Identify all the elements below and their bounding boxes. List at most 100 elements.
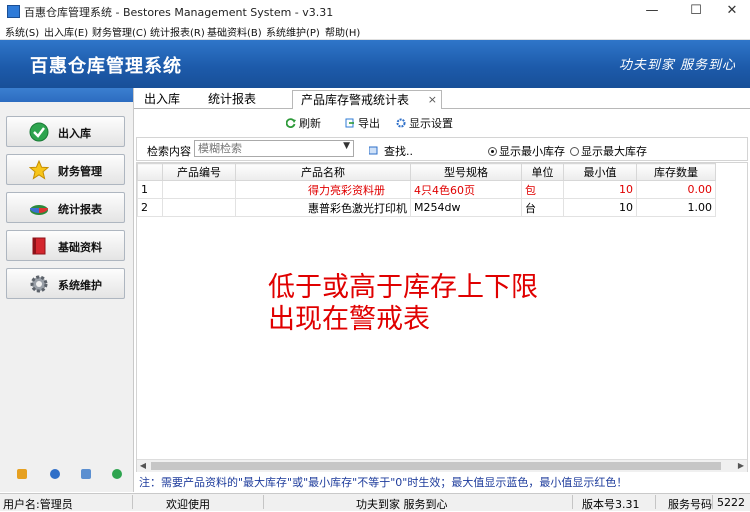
maximize-button[interactable]: ☐ [676,0,716,22]
menu-maintenance[interactable]: 系统维护(P) [266,24,320,39]
status-divider [572,495,573,509]
table-row[interactable]: 2 惠普彩色激光打印机 M254dw 台 10 1.00 [137,198,716,217]
search-icon[interactable] [81,469,91,479]
menu-reports[interactable]: 统计报表(R) [150,24,205,39]
nav-header-strip [0,88,133,102]
radio-max-label: 显示最大库存 [581,145,647,158]
menu-finance[interactable]: 财务管理(C) [92,24,147,39]
refresh-label: 刷新 [299,117,321,130]
col-header-min[interactable]: 最小值 [563,163,637,181]
status-divider [263,495,264,509]
search-input[interactable] [198,142,338,155]
annotation-text: 低于或高于库存上下限 出现在警戒表 [268,272,538,335]
search-label: 检索内容 [147,145,191,158]
nav-label: 系统维护 [58,279,102,292]
menu-stock-io[interactable]: 出入库(E) [44,24,88,39]
min-value: 10 [563,198,637,217]
tab-stock-alert-report[interactable]: 产品库存警戒统计表 × [292,90,442,110]
pie-chart-icon [30,205,48,215]
radio-off-icon [570,147,579,156]
tab-close-icon[interactable]: × [428,91,437,109]
nav-label: 基础资料 [58,241,102,254]
nav-maintenance-button[interactable]: 系统维护 [6,268,125,299]
min-value: 10 [563,180,637,199]
export-button[interactable]: 导出 [345,115,380,131]
status-divider [712,495,713,509]
col-header-name[interactable]: 产品名称 [235,163,411,181]
nav-stock-io-button[interactable]: 出入库 [6,116,125,147]
nav-base-data-button[interactable]: 基础资料 [6,230,125,261]
minimize-button[interactable]: — [632,0,672,22]
find-label: 查找.. [384,145,413,158]
col-header-index[interactable] [137,163,163,181]
status-divider [132,495,133,509]
menu-system[interactable]: 系统(S) [5,24,39,39]
product-name: 惠普彩色激光打印机 [235,198,411,217]
radio-show-max[interactable]: 显示最大库存 [570,143,647,159]
search-row: 检索内容 ▼ 查找.. 显示最小库存 显示最大库存 [136,137,748,161]
stock-qty: 0.00 [636,180,716,199]
row-index: 2 [137,198,163,217]
stock-qty: 1.00 [636,198,716,217]
stock-alert-table: 产品编号 产品名称 型号规格 单位 最小值 库存数量 1 得力亮彩资料册 4只4… [137,163,716,217]
radio-on-icon [488,147,497,156]
display-settings-label: 显示设置 [409,117,453,130]
col-header-spec[interactable]: 型号规格 [410,163,522,181]
hint-note: 注：需要产品资料的"最大库存"或"最小库存"不等于"0"时生效；最大值显示蓝色，… [139,476,628,489]
menu-help[interactable]: 帮助(H) [325,24,360,39]
product-spec: M254dw [410,198,522,217]
header-row: 产品编号 产品名称 型号规格 单位 最小值 库存数量 [137,163,716,181]
refresh-button[interactable]: 刷新 [286,115,321,131]
refresh-icon [286,118,296,128]
display-settings-button[interactable]: 显示设置 [396,115,453,131]
radio-show-min[interactable]: 显示最小库存 [488,143,565,159]
nav-label: 出入库 [58,127,91,140]
app-logo-text: 百惠仓库管理系统 [30,56,182,77]
tab-stock-io[interactable]: 出入库 [144,90,180,108]
toolbar: 刷新 导出 显示设置 [134,109,750,135]
nav-label: 财务管理 [58,165,102,178]
col-header-code[interactable]: 产品编号 [162,163,236,181]
find-icon [368,146,378,155]
status-bar: 用户名:管理员 欢迎使用 功夫到家 服务到心 版本号3.31 服务号码 5222 [0,493,750,511]
star-icon [29,160,49,180]
exit-icon[interactable] [112,469,122,479]
title-bar: 百惠仓库管理系统 - Bestores Management System - … [0,0,750,22]
tab-bar: 出入库 统计报表 产品库存警戒统计表 × [134,88,750,110]
search-combobox[interactable]: ▼ [194,140,354,157]
header-banner: 百惠仓库管理系统 功夫到家 服务到心 [0,40,750,88]
status-divider [655,495,656,509]
status-service-number: 5222 [717,496,745,509]
close-window-button[interactable]: ✕ [712,0,750,22]
scroll-right-icon[interactable]: ▶ [735,460,747,472]
app-icon [7,5,20,18]
clock-icon[interactable] [50,469,60,479]
scroll-left-icon[interactable]: ◀ [137,460,149,472]
radio-min-label: 显示最小库存 [499,145,565,158]
bottom-icon-strip [0,467,133,483]
scroll-thumb[interactable] [151,462,721,470]
chevron-down-icon[interactable]: ▼ [343,141,350,151]
menu-base-data[interactable]: 基础资料(B) [207,24,262,39]
col-header-qty[interactable]: 库存数量 [636,163,716,181]
window-title: 百惠仓库管理系统 - Bestores Management System - … [24,6,334,19]
product-spec: 4只4色60页 [410,180,522,199]
horizontal-scrollbar[interactable]: ◀ ▶ [137,459,747,472]
settings-icon [396,118,406,128]
tab-label: 产品库存警戒统计表 [301,93,410,107]
col-header-unit[interactable]: 单位 [521,163,564,181]
folder-icon[interactable] [17,469,27,479]
gear-icon [30,275,48,293]
table-row[interactable]: 1 得力亮彩资料册 4只4色60页 包 10 0.00 [137,180,716,199]
nav-finance-button[interactable]: 财务管理 [6,154,125,185]
export-icon [345,118,354,128]
row-index: 1 [137,180,163,199]
product-unit: 包 [521,180,564,199]
tab-reports[interactable]: 统计报表 [208,90,256,108]
menu-bar: 系统(S) 出入库(E) 财务管理(C) 统计报表(R) 基础资料(B) 系统维… [0,22,750,40]
book-icon [32,237,46,255]
product-name: 得力亮彩资料册 [235,180,411,199]
find-button[interactable]: 查找.. [368,143,413,159]
nav-reports-button[interactable]: 统计报表 [6,192,125,223]
green-check-icon [29,122,49,142]
